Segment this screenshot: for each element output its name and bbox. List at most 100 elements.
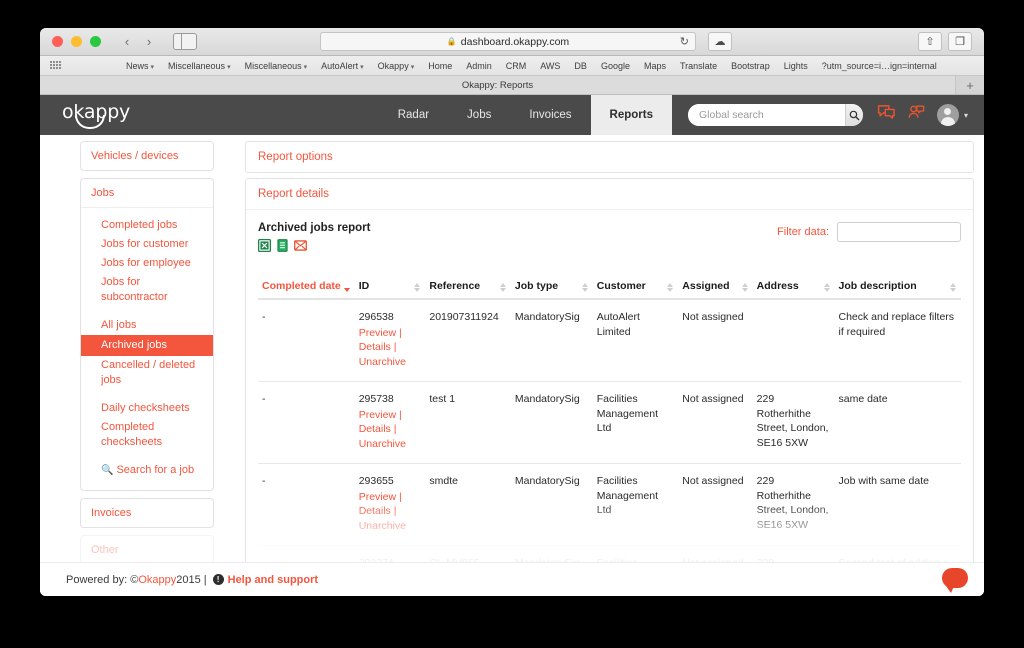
- bookmark-utm-source[interactable]: ?utm_source=i…ign=internal: [822, 61, 937, 71]
- nav-reports[interactable]: Reports: [590, 95, 672, 135]
- column-completed-date[interactable]: Completed date: [258, 280, 355, 300]
- bookmark-okappy[interactable]: Okappy ▾: [378, 61, 415, 71]
- nav-invoices[interactable]: Invoices: [510, 95, 590, 135]
- user-message-icon[interactable]: [907, 105, 925, 126]
- maximize-window-button[interactable]: [90, 36, 101, 47]
- column-address[interactable]: Address: [752, 280, 835, 300]
- close-window-button[interactable]: [52, 36, 63, 47]
- column-id[interactable]: ID: [354, 280, 426, 300]
- bookmark-bootstrap[interactable]: Bootstrap: [731, 61, 770, 71]
- sidebar-item-all-jobs[interactable]: All jobs: [81, 316, 213, 335]
- show-tabs-icon[interactable]: ❐: [948, 32, 972, 51]
- report-options-label[interactable]: Report options: [246, 142, 973, 172]
- main-content: Report options Report details Archived j…: [245, 141, 974, 596]
- chat-bubbles-icon[interactable]: [877, 104, 896, 126]
- navigation-buttons: ‹ ›: [117, 33, 159, 51]
- bookmark-miscellaneous-2[interactable]: Miscellaneous ▾: [245, 61, 308, 71]
- sidebar-item-jobs-for-customer[interactable]: Jobs for customer: [81, 235, 213, 254]
- report-details-label[interactable]: Report details: [246, 179, 973, 209]
- sort-indicator-icon[interactable]: [499, 283, 506, 292]
- bookmark-translate[interactable]: Translate: [680, 61, 717, 71]
- row-action-preview[interactable]: Preview: [359, 327, 396, 339]
- column-customer[interactable]: Customer: [592, 280, 679, 300]
- bookmark-autoalert[interactable]: AutoAlert ▾: [321, 61, 364, 71]
- page-viewport: okappy Radar Jobs Invoices Reports Globa…: [40, 95, 984, 596]
- bookmark-home[interactable]: Home: [428, 61, 452, 71]
- bookmark-google[interactable]: Google: [601, 61, 630, 71]
- sidebar-item-jobs[interactable]: Jobs: [81, 179, 213, 207]
- bookmark-db[interactable]: DB: [574, 61, 587, 71]
- reload-icon[interactable]: ↻: [680, 35, 689, 48]
- bookmark-aws[interactable]: AWS: [540, 61, 560, 71]
- bookmark-news[interactable]: News ▾: [126, 61, 154, 71]
- sidebar-item-vehicles-devices[interactable]: Vehicles / devices: [81, 142, 213, 170]
- sort-indicator-icon[interactable]: [950, 283, 956, 292]
- sidebar-item-cancelled-deleted-jobs[interactable]: Cancelled / deleted jobs: [81, 356, 213, 390]
- sidebar-toggle-icon[interactable]: [173, 33, 197, 50]
- sidebar-item-daily-checksheets[interactable]: Daily checksheets: [81, 399, 213, 418]
- address-bar[interactable]: 🔒 dashboard.okappy.com ↻: [320, 32, 696, 51]
- footer-brand[interactable]: Okappy: [138, 574, 176, 586]
- filter-data-input[interactable]: [837, 222, 961, 242]
- sidebar-panel-other[interactable]: Other: [80, 535, 214, 565]
- bookmark-miscellaneous-1[interactable]: Miscellaneous ▾: [168, 61, 231, 71]
- help-and-support-link[interactable]: Help and support: [228, 574, 318, 586]
- icloud-icon[interactable]: ☁: [708, 32, 732, 51]
- chat-widget-icon[interactable]: [942, 568, 968, 593]
- row-action-unarchive[interactable]: Unarchive: [359, 520, 406, 532]
- chevron-down-icon[interactable]: ▾: [964, 111, 968, 120]
- minimize-window-button[interactable]: [71, 36, 82, 47]
- avatar[interactable]: [936, 104, 959, 126]
- cell-customer: Facilities Management Ltd: [592, 463, 679, 546]
- share-icon[interactable]: ⇧: [918, 32, 942, 51]
- sort-indicator-icon[interactable]: [741, 283, 748, 292]
- bookmark-crm[interactable]: CRM: [506, 61, 527, 71]
- row-action-details[interactable]: Details: [359, 423, 391, 435]
- row-action-details[interactable]: Details: [359, 341, 391, 353]
- email-report-icon[interactable]: [294, 239, 307, 252]
- sidebar-item-archived-jobs[interactable]: Archived jobs: [81, 335, 213, 356]
- user-menu[interactable]: ▾: [936, 104, 968, 126]
- sidebar-item-search-for-a-job[interactable]: 🔍 Search for a job: [81, 461, 213, 480]
- column-job-type[interactable]: Job type: [510, 280, 593, 300]
- sidebar-panel-vehicles[interactable]: Vehicles / devices: [80, 141, 214, 171]
- search-icon[interactable]: [844, 104, 863, 126]
- column-assigned[interactable]: Assigned: [678, 280, 753, 300]
- row-action-preview[interactable]: Preview: [359, 409, 396, 421]
- sort-indicator-desc-icon[interactable]: [343, 288, 350, 292]
- bookmark-maps[interactable]: Maps: [644, 61, 666, 71]
- sidebar-item-other[interactable]: Other: [81, 536, 213, 564]
- global-search-input[interactable]: [687, 104, 845, 126]
- export-csv-icon[interactable]: [276, 239, 289, 252]
- sidebar-item-completed-jobs[interactable]: Completed jobs: [81, 216, 213, 235]
- report-options-panel[interactable]: Report options: [245, 141, 974, 173]
- row-action-unarchive[interactable]: Unarchive: [359, 356, 406, 368]
- row-action-unarchive[interactable]: Unarchive: [359, 438, 406, 450]
- forward-icon[interactable]: ›: [139, 33, 159, 51]
- apps-grid-icon[interactable]: [50, 61, 61, 70]
- table-header-row: Completed date ID Reference Job type Cus…: [258, 280, 961, 300]
- sidebar-item-invoices[interactable]: Invoices: [81, 499, 213, 527]
- browser-tab-okappy-reports[interactable]: Okappy: Reports: [40, 76, 956, 94]
- bookmark-admin[interactable]: Admin: [466, 61, 492, 71]
- sidebar-item-jobs-for-employee[interactable]: Jobs for employee: [81, 254, 213, 273]
- export-excel-icon[interactable]: [258, 239, 271, 252]
- sort-indicator-icon[interactable]: [581, 283, 588, 292]
- sidebar-panel-invoices[interactable]: Invoices: [80, 498, 214, 528]
- row-action-preview[interactable]: Preview: [359, 491, 396, 503]
- sidebar-item-jobs-for-subcontractor[interactable]: Jobs for subcontractor: [81, 273, 213, 307]
- nav-radar[interactable]: Radar: [379, 95, 448, 135]
- sort-indicator-icon[interactable]: [823, 283, 830, 292]
- row-action-details[interactable]: Details: [359, 505, 391, 517]
- report-details-panel[interactable]: Report details: [245, 178, 974, 209]
- column-job-description[interactable]: Job description: [834, 280, 961, 300]
- sort-indicator-icon[interactable]: [414, 283, 421, 292]
- bookmark-lights[interactable]: Lights: [784, 61, 808, 71]
- okappy-logo[interactable]: okappy: [62, 102, 132, 129]
- back-icon[interactable]: ‹: [117, 33, 137, 51]
- column-reference[interactable]: Reference: [425, 280, 511, 300]
- sort-indicator-icon[interactable]: [667, 283, 674, 292]
- nav-jobs[interactable]: Jobs: [448, 95, 510, 135]
- sidebar-item-completed-checksheets[interactable]: Completed checksheets: [81, 418, 213, 452]
- new-tab-button[interactable]: +: [956, 76, 984, 95]
